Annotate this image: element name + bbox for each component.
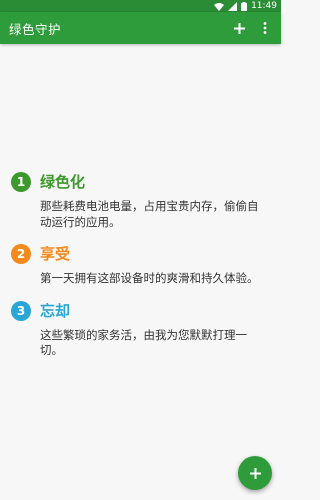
more-options-button[interactable]: [253, 12, 277, 44]
app-title: 绿色守护: [9, 21, 62, 37]
number-badge: 3: [11, 300, 31, 321]
screen: 11:49 绿色守护 1 绿色化 那些耗费电池电量，占用宝贵内存，偷偷自动运行的…: [0, 0, 281, 500]
feature-item-greenify: 1 绿色化 那些耗费电池电量，占用宝贵内存，偷偷自动运行的应用。: [0, 170, 281, 230]
feature-title: 忘却: [40, 301, 71, 320]
feature-title: 享受: [40, 245, 71, 263]
wifi-icon: [214, 2, 225, 11]
status-time: 11:49: [251, 1, 277, 11]
number-badge: 1: [11, 172, 31, 192]
feature-description: 这些繁琐的家务活，由我为您默默打理一切。: [40, 327, 247, 358]
feature-title: 绿色化: [40, 173, 86, 191]
feature-item-enjoy: 2 享受 第一天拥有这部设备时的爽滑和持久体验。: [0, 242, 281, 287]
feature-list: 1 绿色化 那些耗费电池电量，占用宝贵内存，偷偷自动运行的应用。 2 享受 第一…: [0, 170, 281, 359]
signal-icon: [228, 1, 238, 11]
add-fab-button[interactable]: [238, 456, 272, 490]
app-bar: 绿色守护: [0, 12, 281, 44]
add-icon: [249, 467, 261, 479]
feature-item-forget: 3 忘却 这些繁琐的家务活，由我为您默默打理一切。: [0, 299, 281, 359]
feature-description: 那些耗费电池电量，占用宝贵内存，偷偷自动运行的应用。: [40, 199, 259, 229]
battery-icon: [241, 1, 248, 11]
add-button[interactable]: [227, 12, 251, 44]
number-badge: 2: [11, 244, 31, 264]
feature-description: 第一天拥有这部设备时的爽滑和持久体验。: [40, 271, 259, 285]
status-bar: 11:49: [0, 0, 281, 12]
more-vert-icon: [263, 22, 267, 34]
add-icon: [233, 22, 245, 34]
